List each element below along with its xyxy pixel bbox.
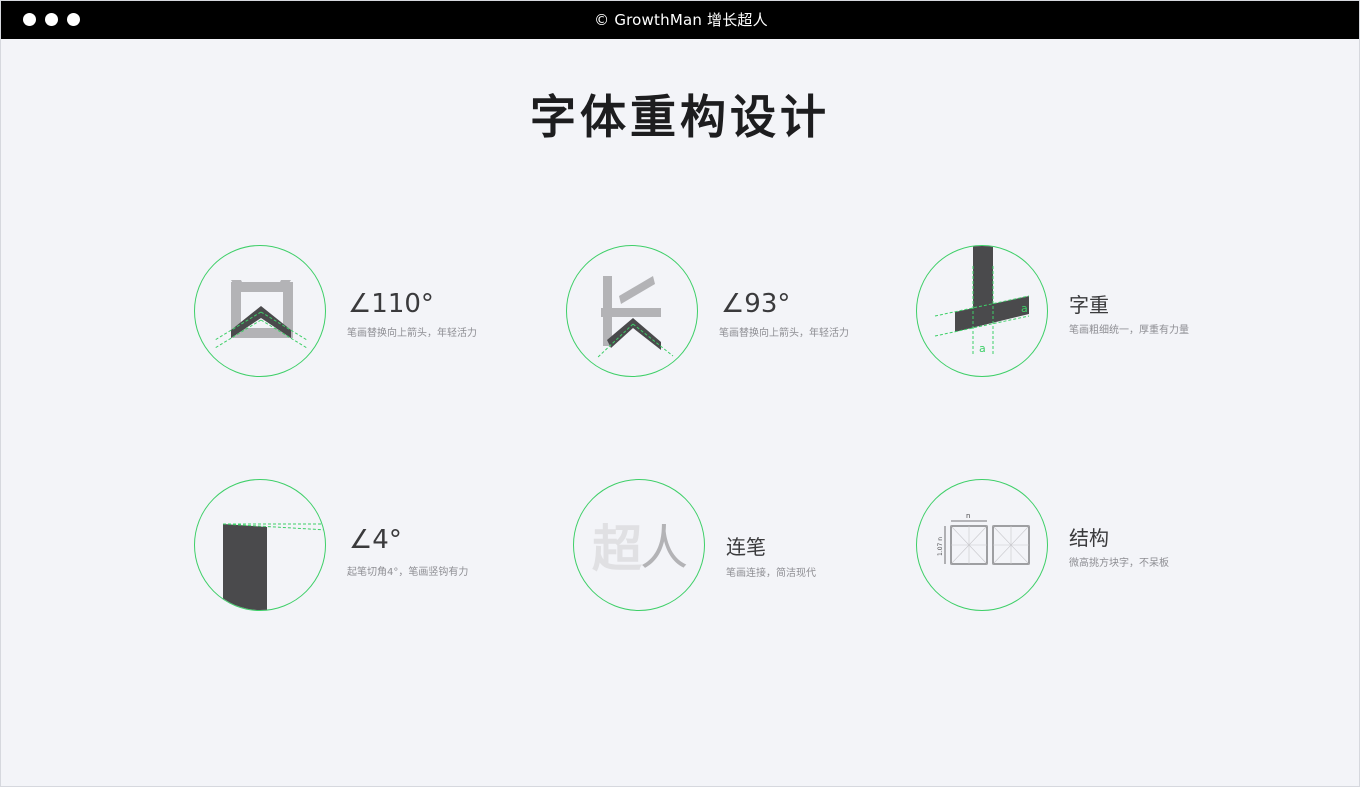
- feature-title-connect: 连笔: [726, 535, 766, 559]
- structure-mark-ratio: 1.07 n: [937, 537, 944, 556]
- glyph-chaoren-icon: 超 人: [592, 520, 688, 578]
- feature-ring-110: [194, 245, 326, 377]
- feature-desc-connect: 笔画连接，简洁现代: [726, 568, 816, 579]
- grid-boxes-icon: n 1.07 n: [937, 512, 1030, 565]
- feature-ring-93: [566, 245, 698, 377]
- feature-ring-4: [194, 479, 326, 611]
- app-window: © GrowthMan 增长超人 字体重构设计 ∠110° 笔画替换向上箭头，年…: [0, 0, 1360, 787]
- window-title: © GrowthMan 增长超人: [594, 11, 768, 29]
- feature-title-110: ∠110°: [348, 289, 434, 319]
- weight-mark-right: a: [1021, 302, 1028, 315]
- feature-ring-weight: a a: [916, 245, 1048, 377]
- feature-ring-structure: n 1.07 n: [916, 479, 1048, 611]
- title-bar: © GrowthMan 增长超人: [1, 1, 1359, 39]
- weight-mark-bottom: a: [979, 342, 986, 355]
- feature-desc-93: 笔画替换向上箭头，年轻活力: [719, 328, 849, 339]
- structure-mark-n: n: [966, 512, 970, 520]
- feature-desc-weight: 笔画粗细统一，厚重有力量: [1069, 325, 1189, 336]
- page-title: 字体重构设计: [530, 90, 830, 144]
- feature-title-weight: 字重: [1069, 293, 1109, 317]
- sample-char-ren: 人: [640, 520, 688, 576]
- feature-ring-connect: 超 人: [573, 479, 705, 611]
- feature-title-structure: 结构: [1069, 526, 1109, 550]
- glyph-arrow-110-icon: [214, 280, 308, 349]
- sample-ghost-char: 超: [592, 520, 643, 578]
- weight-cross-icon: a a: [934, 246, 1030, 356]
- feature-desc-110: 笔画替换向上箭头，年轻活力: [347, 328, 477, 339]
- feature-title-93: ∠93°: [721, 289, 791, 319]
- feature-desc-structure: 微高挑方块字，不呆板: [1069, 558, 1169, 569]
- cut-corner-stroke-icon: [222, 523, 325, 610]
- feature-title-4: ∠4°: [349, 525, 402, 555]
- feature-desc-4: 起笔切角4°，笔画竖钩有力: [347, 567, 469, 578]
- glyph-chang-icon: [596, 276, 674, 359]
